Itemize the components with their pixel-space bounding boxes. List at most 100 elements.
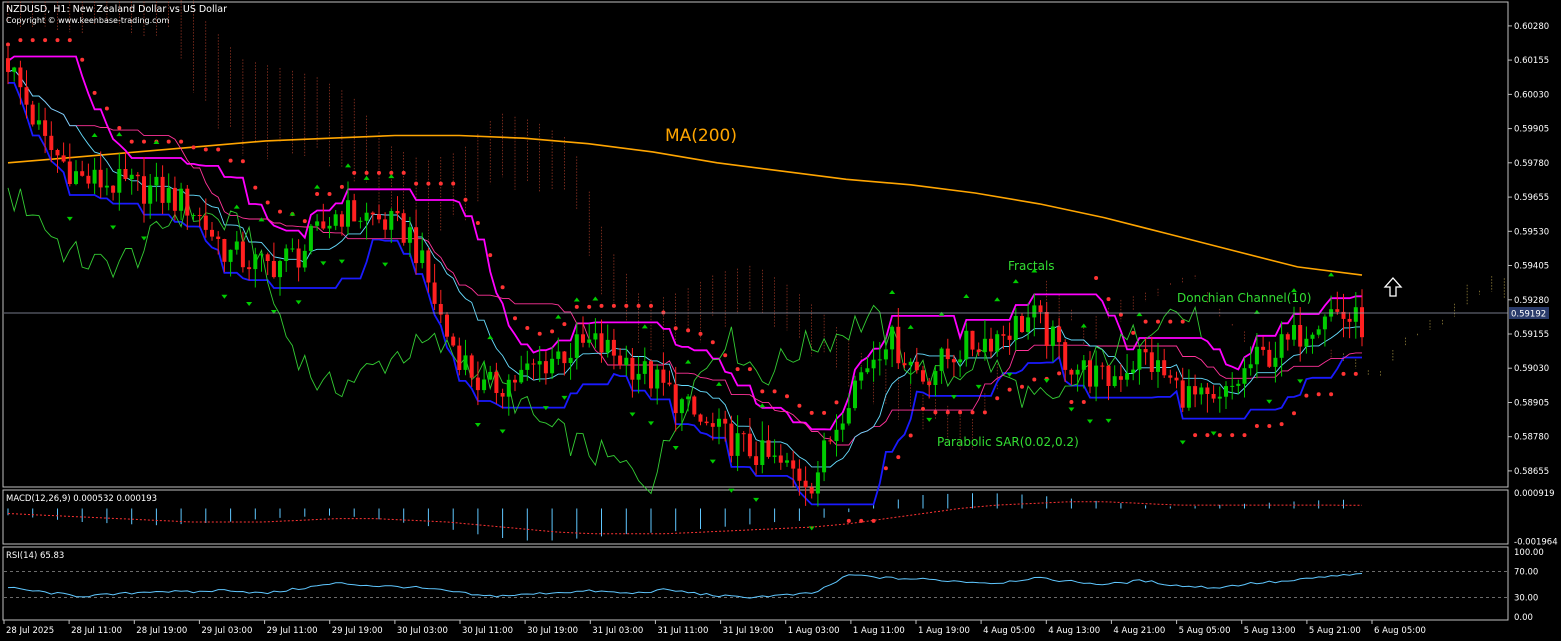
candle-body [1075,369,1080,375]
y-tick-label: 0.59780 [1514,159,1549,169]
fractal-down-marker [709,459,716,464]
candle-body [797,468,802,481]
candle-body [815,472,820,494]
fractal-down-marker [246,301,253,306]
sar-dot [995,396,1000,401]
candle-body [463,355,468,370]
candle-body [896,326,901,364]
candle-body [123,169,128,179]
candle-body [482,379,487,391]
candle-body [346,200,350,227]
y-tick-label: 0.59280 [1514,296,1549,306]
sar-dot [43,38,48,43]
sar-dot [463,197,468,202]
fractal-up-marker [345,163,352,168]
fractal-down-marker [728,488,735,493]
sar-dot [921,406,925,411]
sar-dot [1292,411,1296,416]
candle-body [729,423,734,456]
candle-body [494,371,499,393]
candle-body [890,326,895,350]
candle-body [1193,386,1198,395]
sar-dot [649,303,653,308]
y-tick-label: 0.60280 [1514,22,1549,32]
candle-body [339,214,344,227]
sar-dot [982,410,987,415]
sar-dot [1267,424,1272,428]
macd-signal-line [7,501,1362,535]
candle-body [686,396,691,400]
fractal-down-marker [1210,431,1217,436]
sar-dot [1329,392,1334,397]
sar-dot [908,433,913,438]
x-tick-label: 4 Aug 13:00 [1048,626,1100,636]
x-tick-label: 30 Jul 19:00 [527,626,578,636]
candle-body [525,363,530,370]
x-tick-label: 5 Aug 13:00 [1244,626,1296,636]
sar-dot [772,389,777,394]
candle-body [1032,305,1037,318]
x-tick-label: 29 Jul 11:00 [267,626,318,636]
rsi-tick-label: 30.00 [1514,594,1538,604]
candle-body [321,221,326,229]
candle-body [259,254,264,256]
candle-body [519,369,524,383]
sar-dot [747,367,752,372]
candle-body [1168,375,1173,378]
candle-body [488,371,493,380]
candle-body [630,357,635,380]
y-tick-label: 0.59905 [1514,125,1549,135]
candle-body [1236,383,1241,386]
candlesticks [6,46,1364,507]
candle-body [401,213,406,243]
candle-body [673,384,678,414]
candle-body [43,120,48,136]
candle-body [822,440,827,473]
candle-body [377,214,381,220]
y-tick-label: 0.58655 [1514,467,1549,477]
sar-dot [945,410,950,415]
candle-body [228,249,233,262]
candle-body [809,487,814,494]
fractal-up-marker [889,289,896,294]
candle-body [129,174,134,179]
candle-body [49,135,54,150]
candle-body [760,440,765,465]
candle-body [327,225,332,229]
fractal-up-marker [289,211,296,216]
candle-body [976,349,981,353]
fractal-down-marker [1068,407,1075,412]
candle-body [550,358,555,374]
y-tick-label: 0.58905 [1514,399,1549,409]
candle-body [1211,394,1216,399]
candle-body [970,330,975,350]
sar-dot [475,221,480,225]
sar-dot [228,158,233,163]
sar-dot [537,331,542,336]
x-tick-label: 4 Aug 05:00 [983,626,1035,636]
fractal-down-marker [950,395,957,400]
sar-dot [735,367,740,372]
candle-body [1310,334,1315,339]
sar-dot [587,304,592,309]
trading-chart: 0.000919 -0.001964 100.00 70.00 30.00 0.00 0… [2,0,1558,636]
candle-body [500,393,505,397]
ichimoku-cloud [7,0,1505,451]
sar-dot [1353,371,1358,376]
fractal-down-marker [975,384,982,389]
candle-body [333,214,338,226]
current-price-text: 0.59192 [1511,310,1546,320]
candle-body [587,339,592,343]
candle-body [599,333,604,353]
candle-body [1063,342,1068,370]
candle-body [172,187,177,211]
sar-dot [1069,400,1074,404]
sar-dot [1032,377,1037,382]
candle-body [1088,360,1092,387]
candle-body [104,185,109,188]
candle-body [451,336,456,346]
candle-body [661,369,666,383]
candle-body [1094,365,1099,387]
rsi-panel-frame [2,546,1509,621]
candle-body [945,348,950,360]
